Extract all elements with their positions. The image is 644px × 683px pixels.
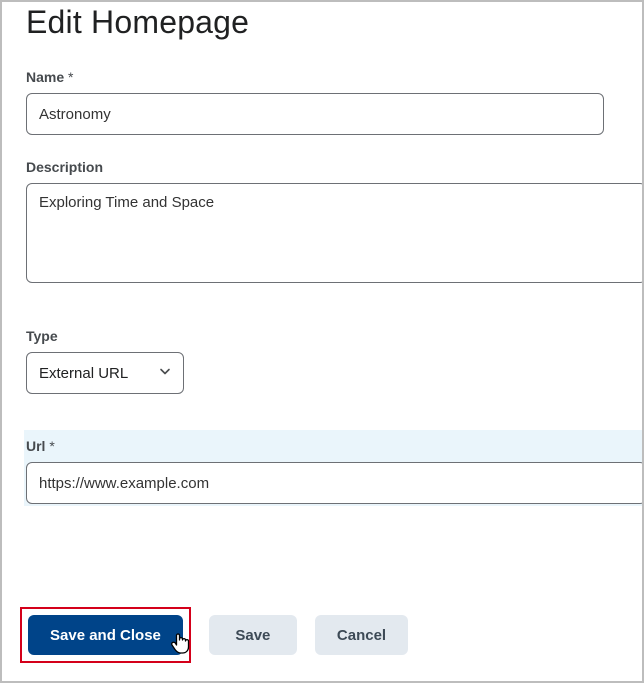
save-and-close-button[interactable]: Save and Close	[28, 615, 183, 655]
type-field-block: Type External URL	[26, 328, 618, 394]
save-button[interactable]: Save	[209, 615, 297, 655]
description-label: Description	[26, 159, 618, 175]
type-select-value: External URL	[39, 365, 128, 382]
type-label: Type	[26, 328, 618, 344]
page-title: Edit Homepage	[26, 4, 618, 41]
description-input[interactable]	[26, 183, 644, 283]
name-input[interactable]	[26, 93, 604, 135]
edit-homepage-panel: Edit Homepage Name Description Type Exte…	[0, 0, 644, 683]
cancel-button[interactable]: Cancel	[315, 615, 408, 655]
name-label: Name	[26, 69, 618, 85]
footer-actions: Save and Close Save Cancel	[20, 607, 408, 663]
primary-action-highlight: Save and Close	[20, 607, 191, 663]
description-field-block: Description	[26, 159, 618, 288]
type-select[interactable]: External URL	[26, 352, 184, 394]
url-label: Url	[26, 438, 642, 454]
url-section: Url	[24, 430, 642, 506]
chevron-down-icon	[159, 365, 171, 382]
url-input[interactable]	[26, 462, 644, 504]
name-field-block: Name	[26, 69, 618, 135]
